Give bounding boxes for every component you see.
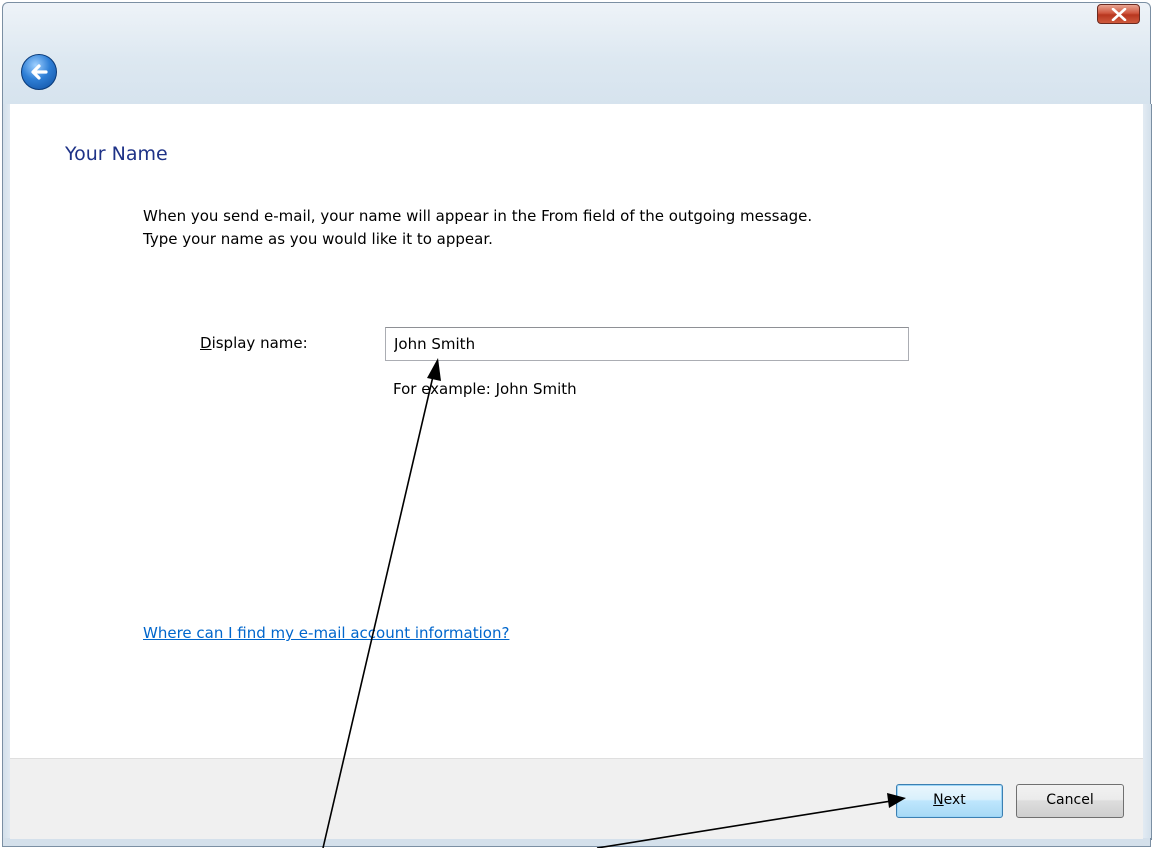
cancel-button[interactable]: Cancel xyxy=(1016,784,1124,818)
example-hint: For example: John Smith xyxy=(393,380,577,398)
title-bar xyxy=(2,2,1151,105)
next-button[interactable]: Next xyxy=(896,784,1003,818)
next-access-key: N xyxy=(933,792,944,808)
display-name-input[interactable] xyxy=(385,327,909,361)
description-line-1: When you send e-mail, your name will app… xyxy=(143,207,813,225)
display-name-access-key: D xyxy=(200,334,212,352)
description-line-2: Type your name as you would like it to a… xyxy=(143,230,493,248)
close-icon xyxy=(1111,8,1127,21)
close-button[interactable] xyxy=(1097,4,1140,24)
page-title: Your Name xyxy=(65,143,168,165)
window-frame-right xyxy=(1143,104,1152,840)
window-frame-bottom xyxy=(2,838,1151,847)
next-label: ext xyxy=(943,792,966,808)
account-info-help-link[interactable]: Where can I find my e-mail account infor… xyxy=(143,624,509,642)
add-account-wizard-window: Your Name When you send e-mail, your nam… xyxy=(0,0,1153,848)
wizard-content-area xyxy=(10,104,1143,758)
display-name-label: Display name: xyxy=(200,334,308,352)
display-name-label-text: isplay name: xyxy=(211,334,308,352)
back-button[interactable] xyxy=(21,54,57,90)
back-arrow-icon xyxy=(31,64,48,80)
